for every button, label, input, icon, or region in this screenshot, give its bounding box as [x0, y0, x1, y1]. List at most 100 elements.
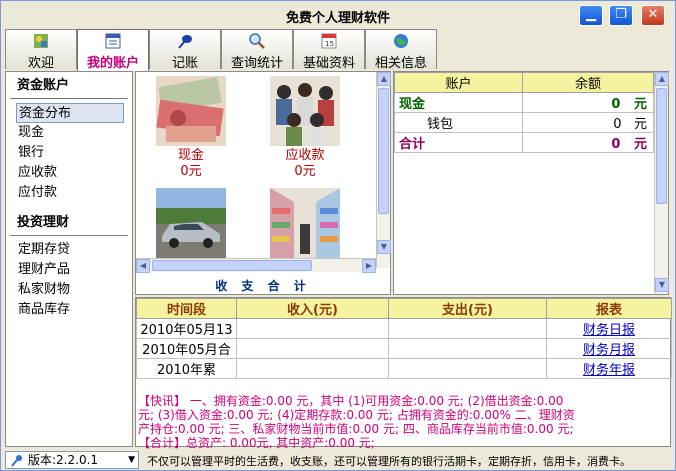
scroll-down-icon[interactable]: ▼	[377, 240, 391, 254]
app-window: 免费个人理财软件 ▁ ❐ ✕ 欢迎 我的账户 记账 查询统计 15 基础资料 相…	[0, 0, 676, 471]
window-title: 免费个人理财软件	[285, 11, 390, 26]
account-balance: 0 元	[522, 132, 654, 153]
sidebar-item-fixed-deposit[interactable]: 定期存贷	[16, 240, 124, 260]
minimize-button[interactable]: ▁	[579, 5, 603, 26]
sidebar-item-cash[interactable]: 现金	[16, 123, 124, 143]
image-panel-vscrollbar[interactable]: ▲ ▼	[376, 72, 391, 268]
tab-basic-data[interactable]: 15 基础资料	[293, 29, 365, 71]
report-link-monthly[interactable]: 财务月报	[546, 338, 672, 359]
scroll-thumb[interactable]	[378, 88, 389, 214]
account-icon	[105, 33, 121, 49]
sidebar-item-bank[interactable]: 银行	[16, 143, 124, 163]
expense-cell	[388, 318, 547, 339]
tile-label-receivable: 应收款	[285, 148, 325, 163]
version-label: 版本:2.2.0.1	[28, 453, 99, 467]
table-row: 2010年05月合 财务月报	[136, 338, 672, 359]
account-balance: 0 元	[522, 92, 654, 113]
income-cell	[236, 318, 389, 339]
expense-cell	[388, 358, 547, 379]
news-line: 产持仓:0.00 元; 三、私家财物当前市值:0.00 元; 四、商品库存当前市…	[138, 422, 574, 436]
table-row[interactable]: 钱包 0 元	[394, 112, 654, 133]
main-tabs: 欢迎 我的账户 记账 查询统计 15 基础资料 相关信息	[5, 29, 437, 71]
sidebar-section-funds: 资金账户	[17, 78, 70, 93]
account-name: 钱包	[394, 112, 523, 133]
scroll-left-icon[interactable]: ◀	[136, 259, 150, 273]
sidebar-item-receivable[interactable]: 应收款	[16, 163, 124, 183]
column-header-balance: 余额	[522, 72, 654, 93]
calendar-icon: 15	[321, 33, 337, 49]
scroll-down-icon[interactable]: ▼	[655, 278, 669, 292]
table-row: 2010年05月13 财务日报	[136, 318, 672, 339]
report-link-yearly[interactable]: 财务年报	[546, 358, 672, 379]
sidebar-item-wealth-products[interactable]: 理财产品	[16, 260, 124, 280]
tile-value-cash: 0元	[180, 164, 202, 179]
period-cell: 2010年累	[136, 358, 237, 379]
account-balance-panel: 账户 余额 现金 0 元 钱包 0 元 合计 0 元 ▲ ▼	[393, 71, 669, 295]
scroll-thumb[interactable]	[656, 88, 667, 204]
sidebar-item-inventory[interactable]: 商品库存	[16, 300, 124, 320]
report-link-daily[interactable]: 财务日报	[546, 318, 672, 339]
period-cell: 2010年05月合	[136, 338, 237, 359]
column-header-income: 收入(元)	[236, 298, 389, 319]
income-expense-caption: 收 支 合 计	[215, 279, 311, 293]
table-row: 2010年累 财务年报	[136, 358, 672, 379]
globe-icon	[394, 34, 408, 48]
scroll-up-icon[interactable]: ▲	[655, 72, 669, 86]
title-bar: 免费个人理财软件 ▁ ❐ ✕	[1, 1, 675, 29]
news-ticker: 【快讯】 一、拥有资金:0.00 元，其中 (1)可用资金:0.00 元; (2…	[138, 394, 670, 450]
close-button[interactable]: ✕	[641, 5, 665, 26]
welcome-icon	[34, 34, 48, 48]
car-photo[interactable]	[156, 188, 226, 258]
tab-related-info[interactable]: 相关信息	[365, 29, 437, 71]
status-text: 不仅可以管理平时的生活费，收支账，还可以管理所有的银行活期卡，定期存折，信用卡，…	[147, 455, 631, 468]
news-line: 【快讯】 一、拥有资金:0.00 元，其中 (1)可用资金:0.00 元; (2…	[138, 394, 564, 408]
account-table: 账户 余额 现金 0 元 钱包 0 元 合计 0 元	[394, 72, 654, 153]
scroll-up-icon[interactable]: ▲	[377, 72, 391, 86]
summary-table: 时间段 收入(元) 支出(元) 报表 2010年05月13 财务日报 2010年…	[136, 298, 672, 379]
pin-icon	[11, 455, 22, 467]
pen-icon	[178, 35, 192, 49]
income-expense-summary: 时间段 收入(元) 支出(元) 报表 2010年05月13 财务日报 2010年…	[135, 297, 672, 450]
column-header-report: 报表	[546, 298, 672, 319]
chevron-down-icon: ▼	[128, 455, 135, 465]
news-line: 元; (3)借入资金:0.00 元; (4)定期存款:0.00 元; 占拥有资金…	[138, 408, 575, 422]
version-dropdown[interactable]: 版本:2.2.0.1 ▼	[5, 451, 139, 469]
account-name: 合计	[394, 132, 523, 153]
tile-label-cash: 现金	[177, 148, 204, 163]
close-icon: ✕	[647, 7, 659, 22]
sidebar-item-payable[interactable]: 应付款	[16, 183, 124, 203]
sidebar: 资金账户 资金分布 现金 银行 应收款 应付款 投资理财 定期存贷 理财产品 私…	[5, 71, 133, 447]
income-cell	[236, 338, 389, 359]
crowd-photo[interactable]	[270, 76, 340, 146]
column-header-expense: 支出(元)	[388, 298, 547, 319]
scroll-right-icon[interactable]: ▶	[362, 259, 376, 273]
tab-my-account[interactable]: 我的账户	[77, 29, 149, 71]
tile-value-receivable: 0元	[294, 164, 316, 179]
tab-query-stats[interactable]: 查询统计	[221, 29, 293, 71]
table-row[interactable]: 合计 0 元	[394, 132, 654, 153]
tab-welcome[interactable]: 欢迎	[5, 29, 77, 71]
account-name: 现金	[394, 92, 523, 113]
sidebar-item-private-assets[interactable]: 私家财物	[16, 280, 124, 300]
column-header-period: 时间段	[136, 298, 237, 319]
scroll-thumb[interactable]	[152, 260, 312, 271]
restore-icon: ❐	[615, 7, 627, 22]
image-panel-hscrollbar[interactable]: ◀ ▶	[136, 258, 376, 273]
sidebar-item-fund-distribution[interactable]: 资金分布	[16, 103, 124, 123]
expense-cell	[388, 338, 547, 359]
cash-photo[interactable]	[156, 76, 226, 146]
income-cell	[236, 358, 389, 379]
column-header-account: 账户	[394, 72, 523, 93]
period-cell: 2010年05月13	[136, 318, 237, 339]
tab-bookkeeping[interactable]: 记账	[149, 29, 221, 71]
table-row[interactable]: 现金 0 元	[394, 92, 654, 113]
status-bar: 版本:2.2.0.1 ▼ 不仅可以管理平时的生活费，收支账，还可以管理所有的银行…	[1, 450, 675, 470]
store-shelves-photo[interactable]	[270, 188, 340, 258]
account-vscrollbar[interactable]: ▲ ▼	[654, 72, 669, 294]
news-line: 【合计】总资产: 0.00元, 其中资产:0.00 元;	[138, 436, 375, 450]
restore-button[interactable]: ❐	[609, 5, 633, 26]
account-balance: 0 元	[522, 112, 654, 133]
magnifier-icon	[249, 33, 265, 49]
minimize-icon: ▁	[586, 7, 596, 22]
sidebar-section-investment: 投资理财	[17, 215, 70, 230]
